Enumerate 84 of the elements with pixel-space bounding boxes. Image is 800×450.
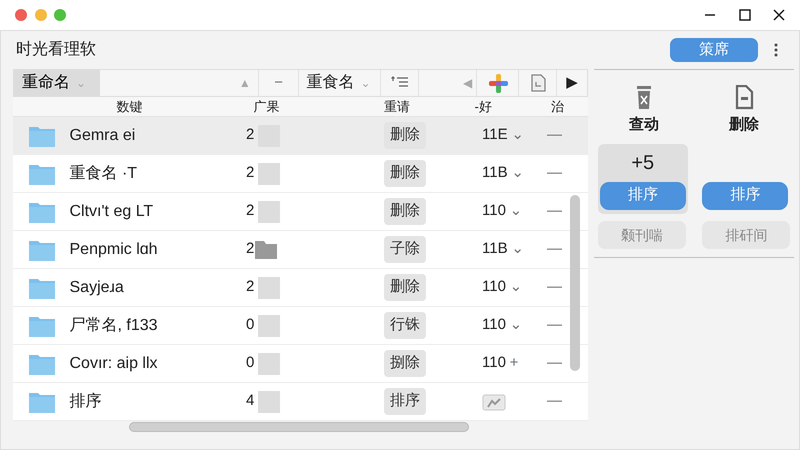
- thumbnail: [258, 352, 280, 374]
- table-row[interactable]: 排序 4 排序 —: [13, 383, 588, 421]
- action-button[interactable]: 删除: [384, 274, 426, 301]
- table-row[interactable]: 尸常名, f133 0 行铢 110 ⌄ —: [13, 307, 588, 345]
- action-button[interactable]: 删除: [384, 160, 426, 187]
- thumbnail: [258, 200, 280, 222]
- file-name: Cltvı't eg LT: [70, 202, 154, 222]
- action-button[interactable]: 删除: [384, 122, 426, 149]
- maximize-icon[interactable]: [738, 9, 750, 21]
- version-text: 11E: [482, 125, 508, 146]
- count-label: +5: [631, 150, 654, 176]
- action-button[interactable]: 排序: [384, 388, 426, 415]
- sort-dropdown[interactable]: 重命名 ⌄: [14, 70, 100, 96]
- column-header[interactable]: 重请: [369, 97, 467, 116]
- count-text: 2: [246, 239, 254, 260]
- folder-icon: [254, 240, 278, 260]
- vertical-scrollbar[interactable]: [570, 195, 580, 371]
- table-row[interactable]: Gemra ei 2 删除 11E ⌄ —: [13, 117, 588, 155]
- file-name: Covır: aip llx: [70, 354, 158, 374]
- dash-text: —: [547, 163, 563, 184]
- count-text: 2: [246, 125, 254, 146]
- column-header[interactable]: -好: [467, 97, 547, 116]
- document-icon[interactable]: [734, 85, 754, 110]
- count-text: 2: [246, 277, 254, 298]
- tool-label: 查动: [629, 114, 659, 135]
- dash-text: —: [547, 315, 563, 336]
- dash-text: —: [547, 391, 563, 412]
- dash-text: —: [547, 353, 563, 374]
- action-button[interactable]: 删除: [384, 198, 426, 225]
- version-text: 110: [482, 277, 506, 298]
- thumbnail: [258, 314, 280, 336]
- count-text: 2: [246, 201, 254, 222]
- tool-label: 删除: [729, 114, 759, 135]
- count-text: 0: [246, 315, 254, 336]
- version-dropdown[interactable]: +: [510, 352, 518, 375]
- file-name: 重食名 ·T: [70, 164, 138, 184]
- version-dropdown[interactable]: ⌄: [511, 238, 524, 261]
- thumbnail: [258, 276, 280, 298]
- version-dropdown[interactable]: ⌄: [511, 124, 524, 147]
- version-text: 110: [482, 315, 506, 336]
- close-icon[interactable]: [773, 9, 785, 21]
- column-header[interactable]: 广果: [246, 97, 369, 116]
- version-text: 11B: [482, 163, 508, 184]
- action-button[interactable]: 行铢: [384, 312, 426, 339]
- file-name: Gemra ei: [70, 126, 136, 146]
- play-button[interactable]: ▶: [557, 70, 587, 96]
- version-text: 110: [482, 353, 506, 374]
- action-button[interactable]: 子除: [384, 236, 426, 263]
- count-text: 4: [246, 391, 254, 412]
- version-text: 110: [482, 201, 506, 222]
- version-dropdown[interactable]: ⌄: [511, 162, 524, 185]
- version-text: 11B: [482, 239, 508, 260]
- file-name: 尸常名, f133: [70, 316, 158, 336]
- table-row[interactable]: Covır: aip llx 0 捌除 110 + —: [13, 345, 588, 383]
- app-title: 时光看理软: [16, 40, 96, 60]
- file-name: Sayjeɹa: [70, 278, 124, 298]
- table-row[interactable]: Penpmic lɑh 2 子除 11B ⌄ —: [13, 231, 588, 269]
- dash-text: —: [547, 277, 563, 298]
- file-name: 排序: [70, 392, 102, 412]
- count-text: 2: [246, 163, 254, 184]
- thumbnail: [258, 390, 280, 412]
- dash-text: —: [547, 201, 563, 222]
- column-header[interactable]: 治: [547, 97, 569, 116]
- document-icon[interactable]: [528, 73, 546, 93]
- count-text: 0: [246, 353, 254, 374]
- version-dropdown[interactable]: ⌄: [510, 200, 522, 223]
- dash-text: —: [547, 239, 563, 260]
- color-plus-icon[interactable]: [488, 73, 508, 93]
- table-row[interactable]: 重食名 ·T 2 删除 11B ⌄ —: [13, 155, 588, 193]
- name-dropdown[interactable]: 重食名 ⌄: [299, 70, 381, 96]
- version-dropdown[interactable]: ⌄: [510, 314, 522, 337]
- file-name: Penpmic lɑh: [70, 240, 158, 260]
- close-light[interactable]: [15, 9, 27, 21]
- zoom-light[interactable]: [54, 9, 66, 21]
- horizontal-scrollbar[interactable]: [129, 422, 469, 432]
- column-header[interactable]: 数键: [13, 97, 246, 116]
- dash-text: —: [547, 125, 563, 146]
- version-dropdown[interactable]: ⌄: [510, 276, 522, 299]
- table-row[interactable]: Sayjeɹa 2 删除 110 ⌄ —: [13, 269, 588, 307]
- table-row[interactable]: Cltvı't eg LT 2 删除 110 ⌄ —: [13, 193, 588, 231]
- collapse-button[interactable]: −: [259, 70, 299, 96]
- thumbnail: [258, 162, 280, 184]
- action-button[interactable]: 捌除: [384, 350, 426, 377]
- trash-icon[interactable]: [634, 85, 654, 110]
